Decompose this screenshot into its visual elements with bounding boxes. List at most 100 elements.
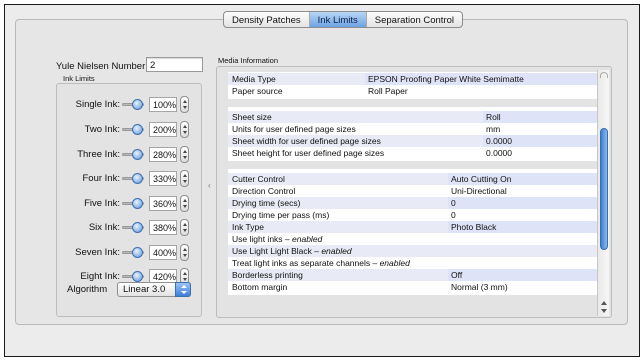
media-key: Treat light inks as separate channels [232, 258, 371, 268]
slider-knob[interactable] [132, 124, 143, 135]
algorithm-select[interactable]: Linear 3.0 [117, 282, 191, 297]
media-value: Normal (3 mm) [451, 282, 508, 292]
table-row: Media Type EPSON Proofing Paper White Sem… [228, 73, 597, 85]
media-value: mm [486, 124, 501, 134]
ink-limit-value[interactable]: 330% [149, 171, 177, 186]
table-row: Cutter Control Auto Cutting On [228, 173, 597, 185]
ink-limit-stepper[interactable] [180, 96, 189, 113]
table-row: Sheet width for user defined page sizes 0… [228, 135, 597, 147]
slider-knob[interactable] [132, 222, 143, 233]
ink-limit-row: Two Ink: 200% [56, 121, 202, 138]
ink-limit-stepper[interactable] [180, 195, 189, 212]
ink-limit-stepper[interactable] [180, 121, 189, 138]
media-key: Bottom margin [232, 282, 288, 292]
ink-limit-slider[interactable] [122, 124, 144, 135]
ink-limit-row: Single Ink: 100% [56, 96, 202, 113]
media-flag: enabled [379, 258, 410, 268]
media-key: Use Light Light Black [232, 246, 312, 256]
media-info-table: Media Type EPSON Proofing Paper White Sem… [228, 72, 597, 317]
media-value: EPSON Proofing Paper White Semimatte [365, 73, 597, 85]
table-row: Treat light inks as separate channels – … [228, 257, 597, 269]
ink-limit-slider[interactable] [122, 247, 144, 258]
scroll-up-icon[interactable] [601, 301, 607, 305]
scrollbar-thumb[interactable] [600, 128, 608, 250]
table-row: Drying time (secs) 0 [228, 197, 597, 209]
ink-limit-value[interactable]: 380% [149, 220, 177, 235]
media-separator: – [370, 258, 380, 268]
media-value: 0.0000 [483, 135, 597, 147]
tab-separation-control[interactable]: Separation Control [367, 12, 462, 27]
media-section: Sheet size Roll Units for user defined pag… [228, 107, 597, 161]
algorithm-value: Linear 3.0 [123, 284, 166, 295]
slider-knob[interactable] [132, 271, 143, 282]
media-separator: – [311, 246, 322, 256]
ink-limit-stepper[interactable] [180, 170, 189, 187]
media-key: Units for user defined page sizes [232, 124, 356, 134]
media-key: Use light inks [232, 234, 283, 244]
ink-limit-value[interactable]: 280% [149, 147, 177, 162]
ink-limit-row: Five Ink: 360% [56, 195, 202, 212]
ink-limit-label: Single Ink: [75, 99, 120, 110]
ink-limit-row: Seven Ink: 400% [56, 244, 202, 261]
media-key: Media Type [232, 74, 276, 84]
media-value: 0.0000 [486, 148, 512, 158]
segmented-tab-control: Density Patches Ink Limits Separation Co… [223, 11, 463, 28]
ink-limit-slider[interactable] [122, 198, 144, 209]
ink-limit-stepper[interactable] [180, 244, 189, 261]
media-value: 0 [451, 210, 456, 220]
table-row: Paper source Roll Paper [228, 85, 597, 97]
media-value: Auto Cutting On [448, 173, 597, 185]
table-row: Sheet size Roll [228, 111, 597, 123]
slider-knob[interactable] [132, 149, 143, 160]
app-window: Density Patches Ink Limits Separation Co… [4, 4, 640, 357]
media-key: Cutter Control [232, 174, 285, 184]
ink-limit-value[interactable]: 400% [149, 245, 177, 260]
ink-limit-stepper[interactable] [180, 146, 189, 163]
media-section: Media Type EPSON Proofing Paper White Sem… [228, 72, 597, 99]
ink-limit-value[interactable]: 100% [149, 97, 177, 112]
ink-limit-value[interactable]: 200% [149, 122, 177, 137]
ink-limit-label: Six Ink: [88, 222, 120, 233]
yule-nielsen-input[interactable]: 2 [146, 57, 203, 72]
ink-limit-slider[interactable] [122, 222, 144, 233]
media-flag: enabled [292, 234, 323, 244]
ink-limit-row: Three Ink: 280% [56, 146, 202, 163]
ink-limit-value[interactable]: 360% [149, 196, 177, 211]
media-separator: – [282, 234, 293, 244]
slider-knob[interactable] [132, 173, 143, 184]
yule-nielsen-label: Yule Nielsen Number: [56, 61, 148, 72]
table-row: Use Light Light Black – enabled [228, 245, 597, 257]
ink-limit-label: Two Ink: [84, 124, 120, 135]
splitter-arrow-icon: ‹ [208, 181, 211, 190]
ink-limit-slider[interactable] [122, 271, 144, 282]
tab-density-patches[interactable]: Density Patches [224, 12, 310, 27]
ink-limit-label: Four Ink: [82, 173, 121, 184]
media-key: Drying time per pass (ms) [232, 210, 330, 220]
media-scrollbar[interactable] [597, 70, 609, 316]
ink-limit-slider[interactable] [122, 173, 144, 184]
ink-limit-slider[interactable] [122, 149, 144, 160]
ink-limit-slider[interactable] [122, 99, 144, 110]
ink-limit-row: Four Ink: 330% [56, 170, 202, 187]
ink-limit-label: Five Ink: [84, 198, 120, 209]
media-value: Off [448, 269, 597, 281]
ink-limit-stepper[interactable] [180, 219, 189, 236]
media-flag: enabled [321, 246, 352, 256]
table-row: Sheet height for user defined page sizes… [228, 147, 597, 159]
ink-limits-title: Ink Limits [63, 74, 95, 83]
ink-limit-label: Seven Ink: [75, 247, 120, 258]
media-key: Sheet size [232, 112, 272, 122]
table-row: Ink Type Photo Black [228, 221, 597, 233]
tab-ink-limits[interactable]: Ink Limits [309, 12, 367, 27]
slider-knob[interactable] [132, 247, 143, 258]
select-arrows-icon [175, 282, 191, 297]
media-value: 0 [448, 197, 597, 209]
ink-limit-label: Three Ink: [77, 149, 120, 160]
table-row: Drying time per pass (ms) 0 [228, 209, 597, 221]
table-row: Units for user defined page sizes mm [228, 123, 597, 135]
slider-knob[interactable] [132, 198, 143, 209]
slider-knob[interactable] [132, 99, 143, 110]
scroll-down-icon[interactable] [601, 309, 607, 313]
media-key: Sheet width for user defined page sizes [232, 136, 381, 146]
media-key: Borderless printing [232, 270, 303, 280]
